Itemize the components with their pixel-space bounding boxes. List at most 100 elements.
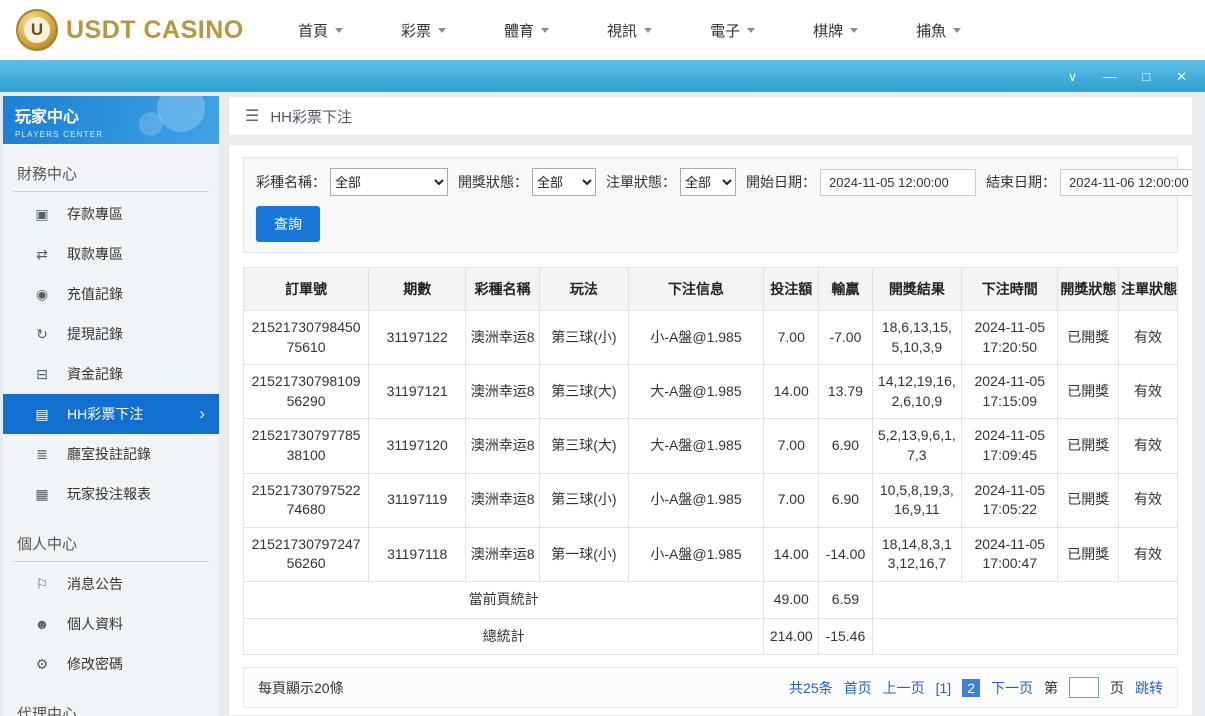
grand-total-amount: 214.00 [764, 618, 819, 655]
close-icon[interactable]: ✕ [1176, 70, 1187, 83]
grand-total-empty [872, 618, 1177, 655]
menu-icon[interactable]: ☰ [245, 106, 259, 126]
body-row: 玩家中心 PLAYERS CENTER 財務中心 ▣ 存款專區 ⇄ [0, 92, 1205, 716]
sidebar-item[interactable]: ▦ 玩家投注報表 [3, 474, 219, 514]
lottery-name-filter: 彩種名稱： 全部 [256, 168, 448, 196]
first-page-link[interactable]: 首页 [844, 678, 872, 698]
sidebar-item[interactable]: ⇄ 取款專區 [3, 234, 219, 274]
draw-status-label: 開獎狀態： [458, 172, 528, 192]
window-title-bar: ∨ — □ ✕ [0, 60, 1205, 92]
draw-status-cell: 已開獎 [1058, 365, 1119, 419]
draw-result-cell: 18,6,13,15,5,10,3,9 [872, 311, 962, 365]
sidebar-item-label: 取款專區 [67, 244, 123, 264]
order-status-cell: 有效 [1119, 527, 1178, 581]
lottery-name-cell: 澳洲幸运8 [466, 527, 540, 581]
sidebar-item-label: 消息公告 [67, 574, 123, 594]
nav-item[interactable]: 視訊 [607, 20, 652, 41]
order-id-cell: 2152173079810956290 [244, 365, 369, 419]
sidebar-item-icon: ⊟ [33, 366, 51, 383]
sidebar-item[interactable]: ≣ 廳室投註記錄 [3, 434, 219, 474]
chevron-down-icon [644, 28, 652, 37]
logo[interactable]: U USDT CASINO [16, 9, 252, 51]
page-total-amount: 49.00 [764, 581, 819, 618]
nav-item-label: 視訊 [607, 20, 637, 41]
page-title: HH彩票下注 [270, 106, 352, 127]
search-button[interactable]: 查詢 [256, 206, 320, 242]
table-header-cell: 訂單號 [244, 268, 369, 311]
table-row: 2152173079845075610 31197122 澳洲幸运8 第三球(小… [244, 311, 1178, 365]
sidebar-item[interactable]: ◉ 充值記錄 [3, 274, 219, 314]
filter-panel: 彩種名稱： 全部 開獎狀態： 全部 注單狀態： [243, 157, 1178, 253]
sidebar-item-icon: ◉ [33, 286, 51, 303]
order-status-filter: 注單狀態： 全部 [606, 168, 736, 196]
bet-amount-cell: 7.00 [764, 419, 819, 473]
sidebar-item[interactable]: ⚙ 修改密碼 [3, 644, 219, 684]
sidebar-item-label: 資金記錄 [67, 364, 123, 384]
grand-total-winloss: -15.46 [819, 618, 872, 655]
chevron-right-icon: › [199, 404, 205, 424]
draw-result-cell: 5,2,13,9,6,1,7,3 [872, 419, 962, 473]
bet-amount-cell: 7.00 [764, 473, 819, 527]
sidebar-item-icon: ⇄ [33, 246, 51, 263]
collapse-icon[interactable]: ∨ [1068, 70, 1078, 83]
maximize-icon[interactable]: □ [1142, 70, 1150, 83]
sidebar-item[interactable]: ↻ 提現記錄 [3, 314, 219, 354]
sidebar-item-icon: ▦ [33, 486, 51, 503]
draw-status-select[interactable]: 全部 [532, 168, 596, 196]
page-number-link[interactable]: [1] [936, 680, 952, 696]
order-status-select[interactable]: 全部 [680, 168, 736, 196]
nav-item[interactable]: 棋牌 [813, 20, 858, 41]
jump-button[interactable]: 跳转 [1135, 678, 1163, 698]
sidebar-item[interactable]: ⊟ 資金記錄 [3, 354, 219, 394]
table-header-row: 訂單號 期數 彩種名稱 玩法 下注信息 投注額 [244, 268, 1178, 311]
nav-item[interactable]: 首頁 [298, 20, 343, 41]
play-cell: 第三球(大) [540, 419, 629, 473]
chevron-down-icon [541, 28, 549, 37]
draw-status-cell: 已開獎 [1058, 311, 1119, 365]
bet-amount-cell: 14.00 [764, 365, 819, 419]
sidebar-item-label: HH彩票下注 [67, 404, 143, 424]
bet-info-cell: 大-A盤@1.985 [628, 419, 763, 473]
period-cell: 31197118 [369, 527, 466, 581]
bet-info-cell: 小-A盤@1.985 [628, 311, 763, 365]
minimize-icon[interactable]: — [1103, 70, 1116, 83]
content-card: 彩種名稱： 全部 開獎狀態： 全部 注單狀態： [228, 144, 1193, 716]
filter-row: 彩種名稱： 全部 開獎狀態： 全部 注單狀態： [256, 168, 1165, 196]
nav-item-label: 體育 [504, 20, 534, 41]
filter-actions: 查詢 [256, 206, 1165, 242]
sidebar-item[interactable]: ▤ HH彩票下注 › [3, 394, 219, 434]
winloss-cell: 6.90 [819, 419, 872, 473]
sidebar-item-icon: ↻ [33, 326, 51, 343]
end-date-input[interactable] [1060, 169, 1193, 196]
sidebar-item-label: 個人資料 [67, 614, 123, 634]
sidebar-item-label: 玩家投注報表 [67, 484, 151, 504]
start-date-filter: 開始日期： [746, 169, 976, 196]
sidebar-section-personal: 個人中心 ⚐ 消息公告 ☻ 個人資料 [3, 524, 219, 684]
next-page-link[interactable]: 下一页 [991, 678, 1033, 698]
nav-item[interactable]: 體育 [504, 20, 549, 41]
sidebar-item[interactable]: ☻ 個人資料 [3, 604, 219, 644]
lottery-name-select[interactable]: 全部 [330, 168, 448, 196]
page-number-link[interactable]: 2 [962, 679, 980, 697]
page-jump-input[interactable] [1069, 677, 1099, 698]
sidebar-item-label: 修改密碼 [67, 654, 123, 674]
draw-status-cell: 已開獎 [1058, 419, 1119, 473]
nav-item[interactable]: 電子 [710, 20, 755, 41]
draw-result-cell: 18,14,8,3,13,12,16,7 [872, 527, 962, 581]
nav-item[interactable]: 彩票 [401, 20, 446, 41]
sidebar-item[interactable]: ⚐ 消息公告 [3, 564, 219, 604]
prev-page-link[interactable]: 上一页 [883, 678, 925, 698]
section-title-agent: 代理中心 [13, 694, 209, 716]
sidebar-title: 玩家中心 [15, 103, 207, 127]
page-total-winloss: 6.59 [819, 581, 872, 618]
period-cell: 31197122 [369, 311, 466, 365]
sidebar-item-icon: ☻ [33, 616, 51, 632]
play-cell: 第三球(小) [540, 473, 629, 527]
nav-item[interactable]: 捕魚 [916, 20, 961, 41]
pager: 共25条 首页 上一页 [1] 2 下一页 第 页 跳转 [789, 677, 1163, 698]
sidebar-item[interactable]: ▣ 存款專區 [3, 194, 219, 234]
sidebar-item-icon: ▣ [33, 206, 51, 223]
start-date-input[interactable] [820, 169, 976, 196]
top-navigation-bar: U USDT CASINO 首頁 彩票 體育 [0, 0, 1205, 60]
nav-item-label: 電子 [710, 20, 740, 41]
